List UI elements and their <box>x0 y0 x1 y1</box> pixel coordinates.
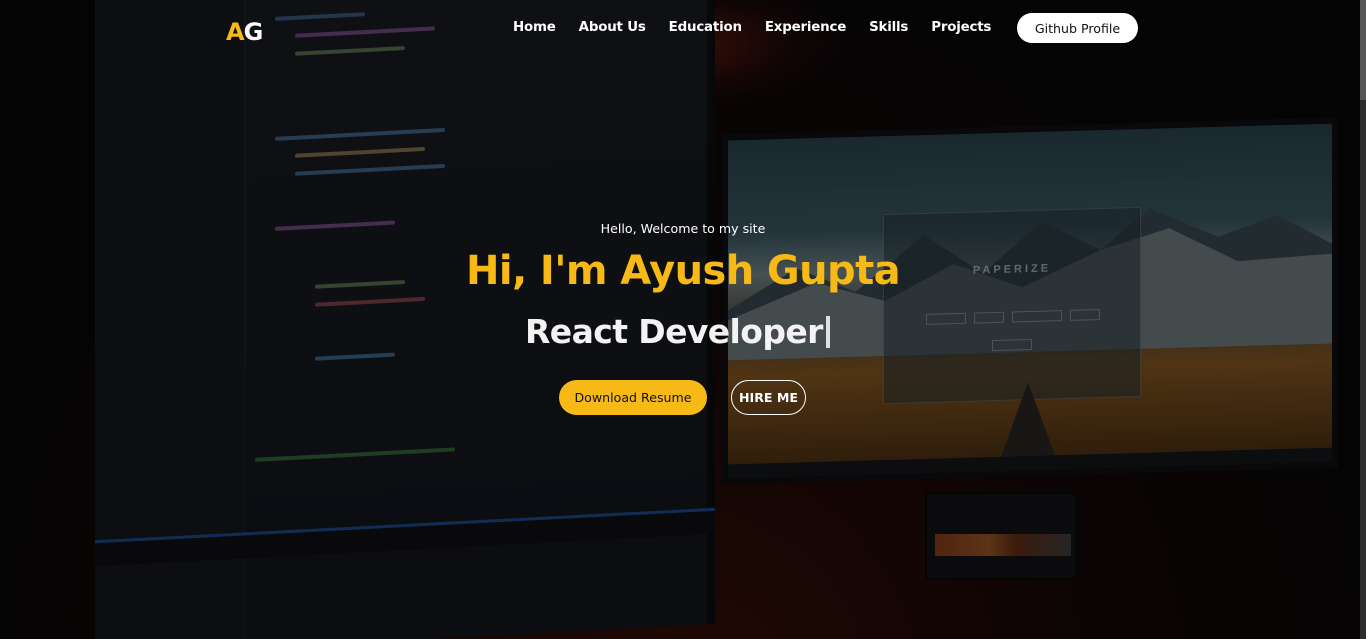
hire-me-button[interactable]: HIRE ME <box>731 380 806 415</box>
download-resume-button[interactable]: Download Resume <box>559 380 707 415</box>
nav-link-education[interactable]: Education <box>669 19 742 37</box>
nav-link-about-us[interactable]: About Us <box>579 19 646 37</box>
hero-role-text: React Developer <box>525 312 823 351</box>
page-scrollbar[interactable] <box>1360 0 1366 639</box>
top-navbar: AG Home About Us Education Experience Sk… <box>0 0 1366 56</box>
nav-link-home[interactable]: Home <box>513 19 556 37</box>
hero-name-heading: Hi, I'm Ayush Gupta <box>466 248 901 294</box>
nav-link-projects[interactable]: Projects <box>931 19 991 37</box>
logo-letter-g: G <box>243 18 264 46</box>
nav-links: Home About Us Education Experience Skill… <box>513 19 991 37</box>
logo-letter-a: A <box>226 18 245 46</box>
github-profile-button[interactable]: Github Profile <box>1017 13 1138 43</box>
nav-link-skills[interactable]: Skills <box>869 19 908 37</box>
nav-link-experience[interactable]: Experience <box>765 19 846 37</box>
hero-role-typewriter: React Developer <box>525 310 830 354</box>
brand-logo[interactable]: AG <box>226 18 264 46</box>
hero-welcome-text: Hello, Welcome to my site <box>600 221 766 236</box>
typing-cursor-icon <box>825 316 830 348</box>
